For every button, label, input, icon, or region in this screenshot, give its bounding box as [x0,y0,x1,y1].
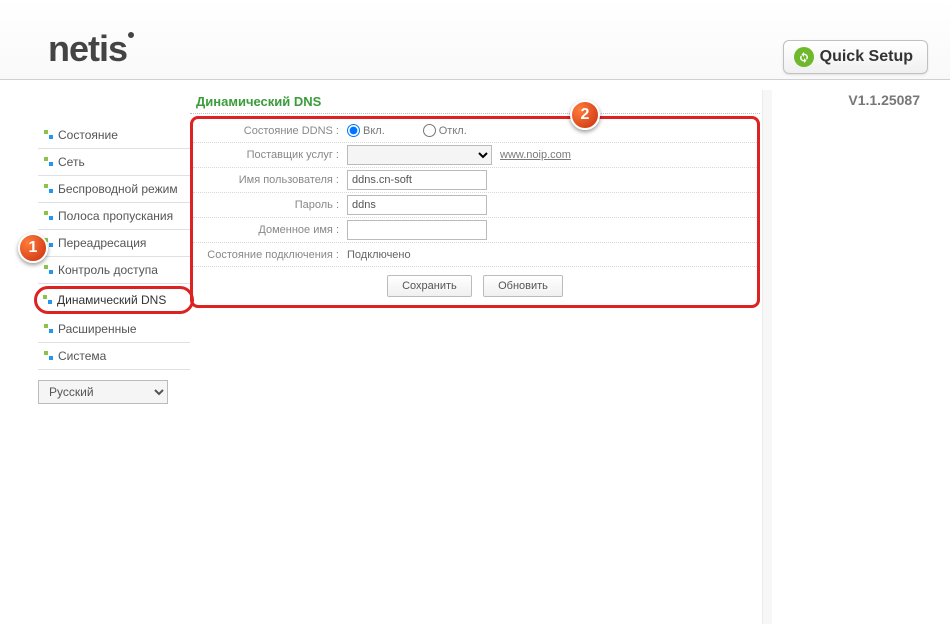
scrollbar[interactable] [762,90,772,624]
logo-text: netis [48,28,127,69]
sidebar-item-system[interactable]: Система [38,343,190,370]
page-title: Динамический DNS [190,90,760,114]
ddns-form: Состояние DDNS : Вкл. Откл. Поставщик ус… [190,116,760,308]
sidebar-item-bandwidth[interactable]: Полоса пропускания [38,203,190,230]
provider-select[interactable] [347,145,492,165]
label-password: Пароль : [193,199,343,211]
label-username: Имя пользователя : [193,174,343,186]
radio-on[interactable]: Вкл. [347,124,385,137]
menu-label: Контроль доступа [58,263,158,277]
content-area: Динамический DNS Состояние DDNS : Вкл. О… [190,90,760,624]
sidebar-item-status[interactable]: Состояние [38,122,190,149]
label-domain: Доменное имя : [193,224,343,236]
radio-off-input[interactable] [423,124,436,137]
save-button[interactable]: Сохранить [387,275,472,297]
radio-on-input[interactable] [347,124,360,137]
menu-label: Беспроводной режим [58,182,178,196]
annotation-badge-1: 1 [18,233,48,263]
provider-link[interactable]: www.noip.com [500,149,571,161]
logo: netis [48,28,134,70]
sidebar-item-forwarding[interactable]: Переадресация [38,230,190,257]
quick-setup-label: Quick Setup [820,48,913,66]
menu-label: Система [58,349,106,363]
label-conn-status: Состояние подключения : [193,249,343,261]
sidebar: Состояние Сеть Беспроводной режим Полоса… [38,122,190,404]
menu-label: Переадресация [58,236,146,250]
annotation-badge-2: 2 [570,100,600,130]
label-provider: Поставщик услуг : [193,149,343,161]
label-ddns-status: Состояние DDNS : [193,125,343,137]
menu-label: Динамический DNS [57,293,166,307]
menu-icon [44,157,54,167]
username-input[interactable] [347,170,487,190]
password-input[interactable] [347,195,487,215]
radio-on-label: Вкл. [363,125,385,137]
menu-icon [44,265,54,275]
top-bar: netis Quick Setup [0,0,950,80]
menu-icon [44,130,54,140]
version-label: V1.1.25087 [848,92,920,108]
menu-icon [44,351,54,361]
conn-status-value: Подключено [347,249,411,261]
radio-off-label: Откл. [439,125,467,137]
refresh-button[interactable]: Обновить [483,275,563,297]
menu-label: Состояние [58,128,118,142]
radio-off[interactable]: Откл. [423,124,467,137]
menu-label: Сеть [58,155,85,169]
menu-icon [44,211,54,221]
logo-dot [128,32,134,38]
menu-label: Расширенные [58,322,137,336]
menu-label: Полоса пропускания [58,209,173,223]
menu-icon [44,184,54,194]
sidebar-item-network[interactable]: Сеть [38,149,190,176]
sidebar-item-access-control[interactable]: Контроль доступа [38,257,190,284]
button-row: Сохранить Обновить [193,267,757,299]
domain-input[interactable] [347,220,487,240]
sidebar-item-advanced[interactable]: Расширенные [38,316,190,343]
refresh-icon [794,47,814,67]
sidebar-item-ddns[interactable]: Динамический DNS [34,286,194,314]
quick-setup-button[interactable]: Quick Setup [783,40,928,74]
sidebar-item-wireless[interactable]: Беспроводной режим [38,176,190,203]
menu-icon [44,324,54,334]
menu-icon [43,295,53,305]
language-select[interactable]: Русский [38,380,168,404]
